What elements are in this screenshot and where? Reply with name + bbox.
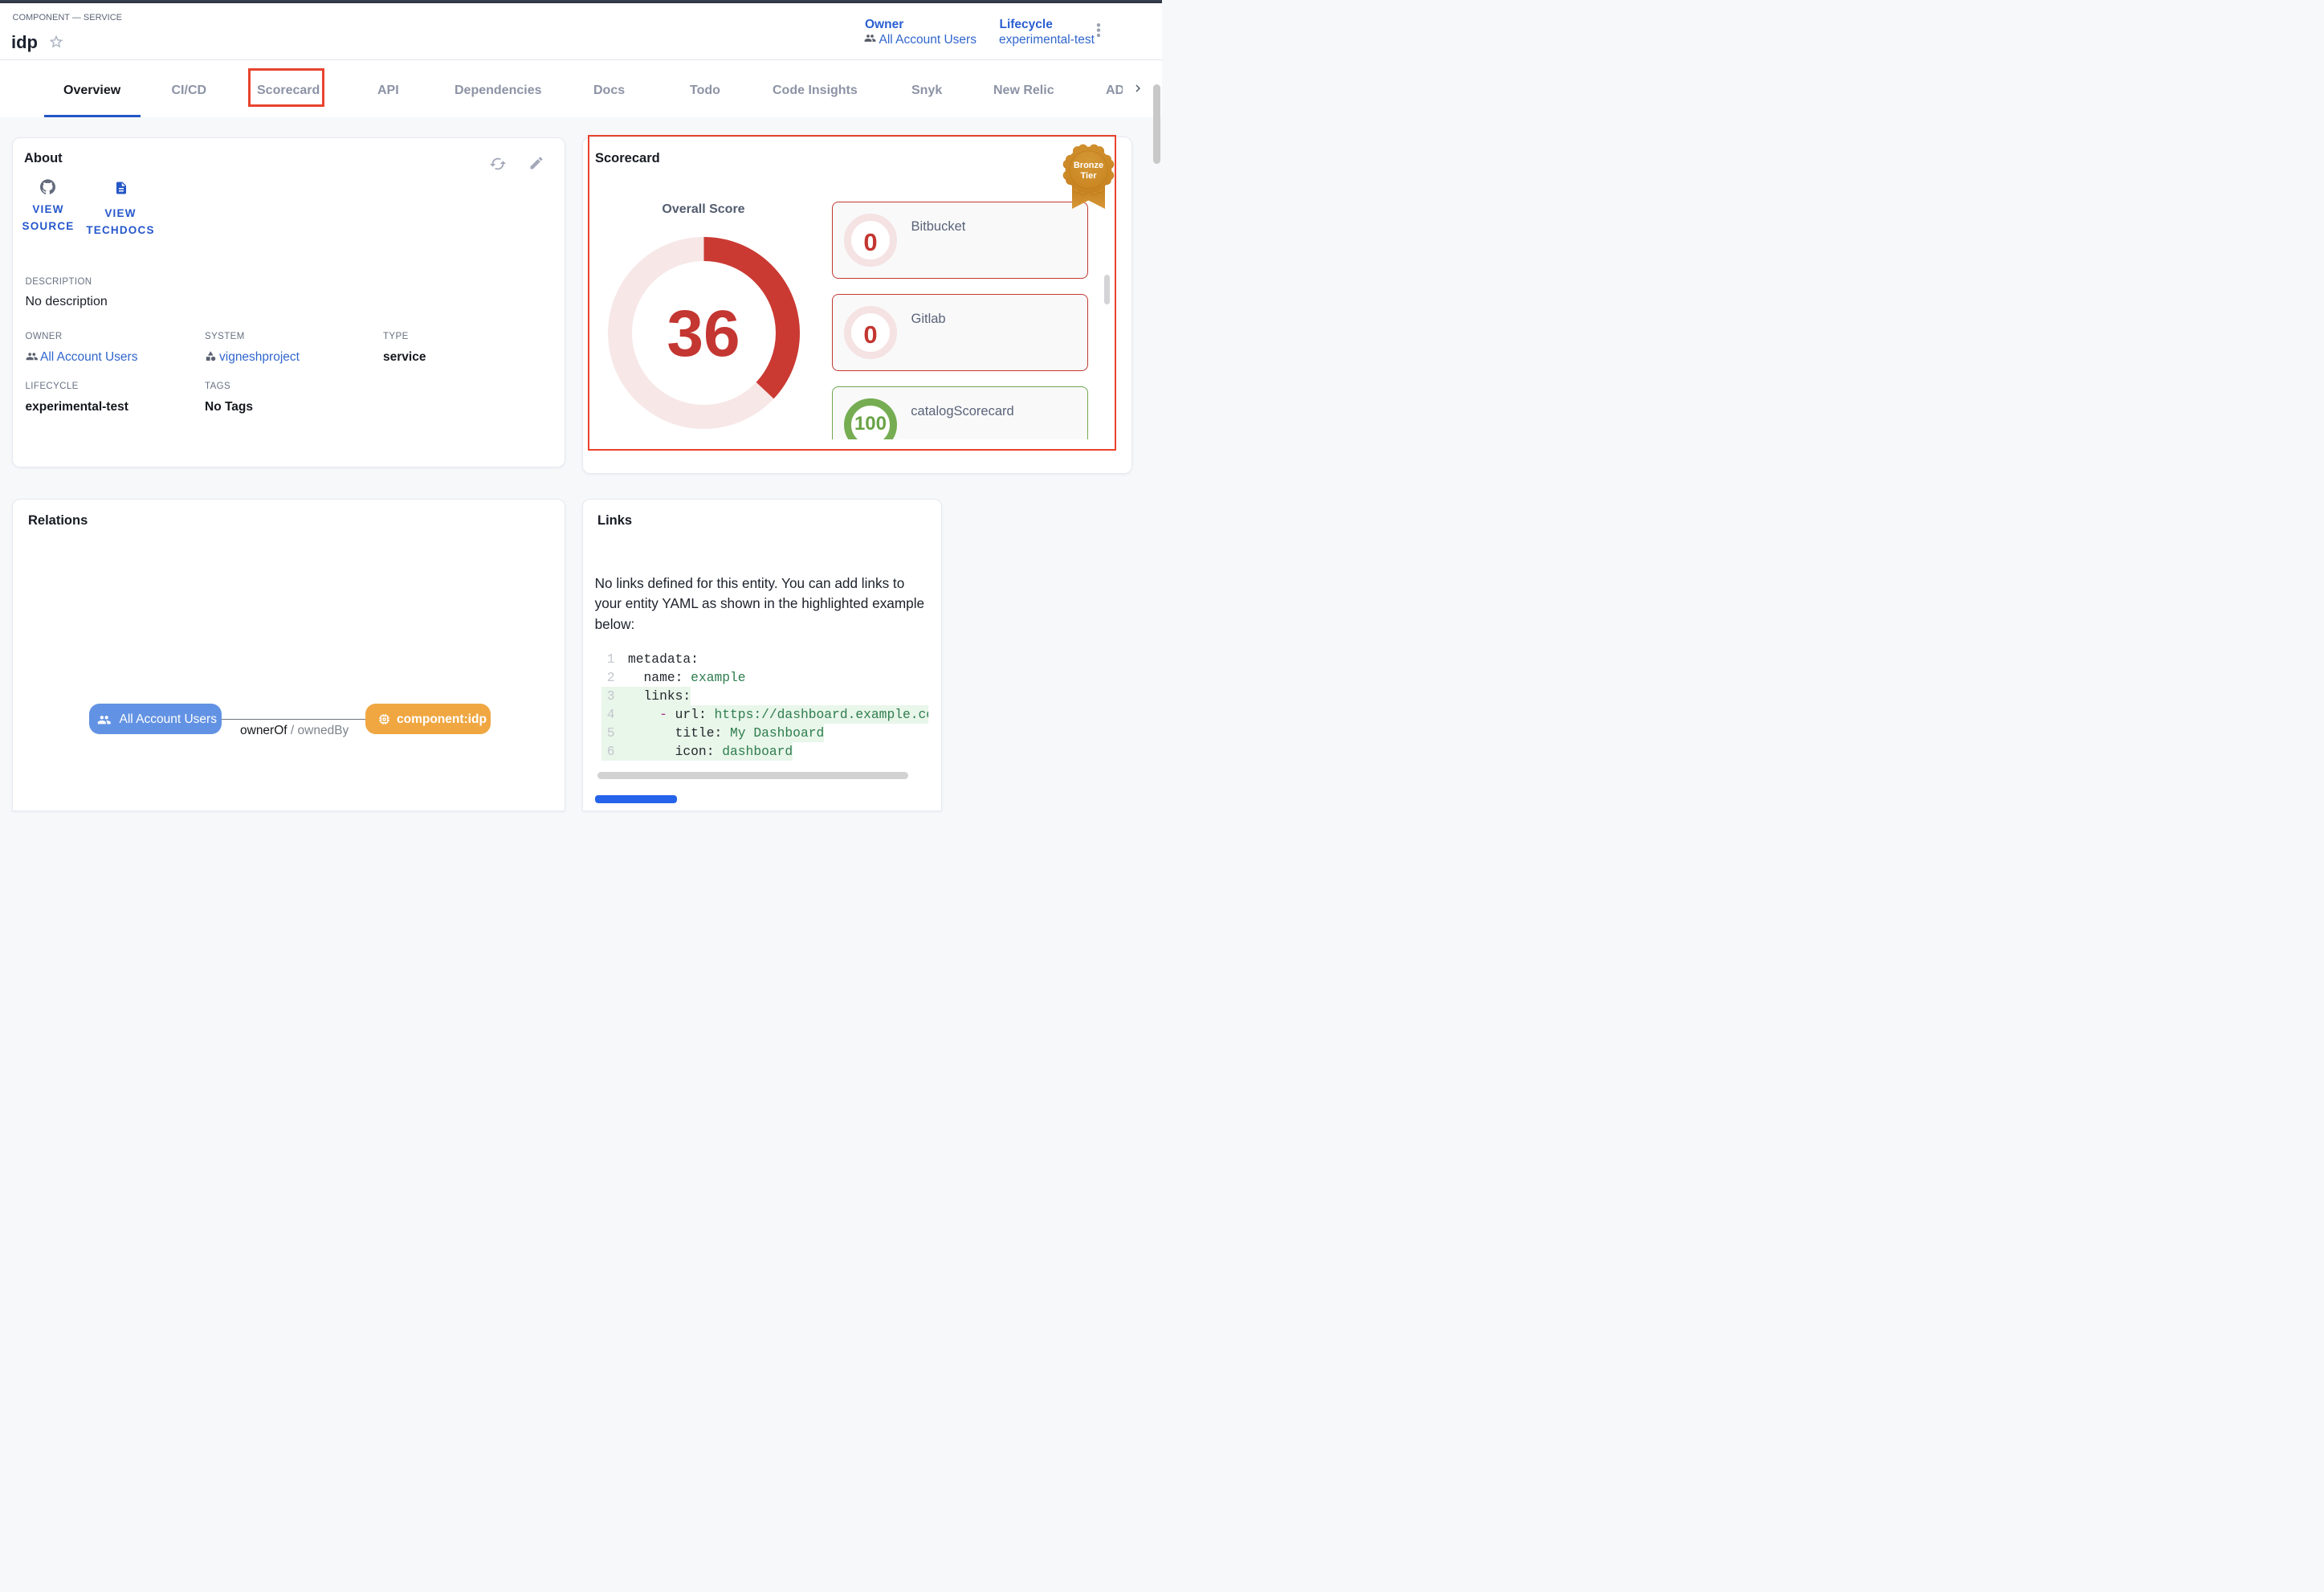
- svg-text:Tier: Tier: [1080, 171, 1097, 181]
- svg-text:Bronze: Bronze: [1073, 161, 1103, 170]
